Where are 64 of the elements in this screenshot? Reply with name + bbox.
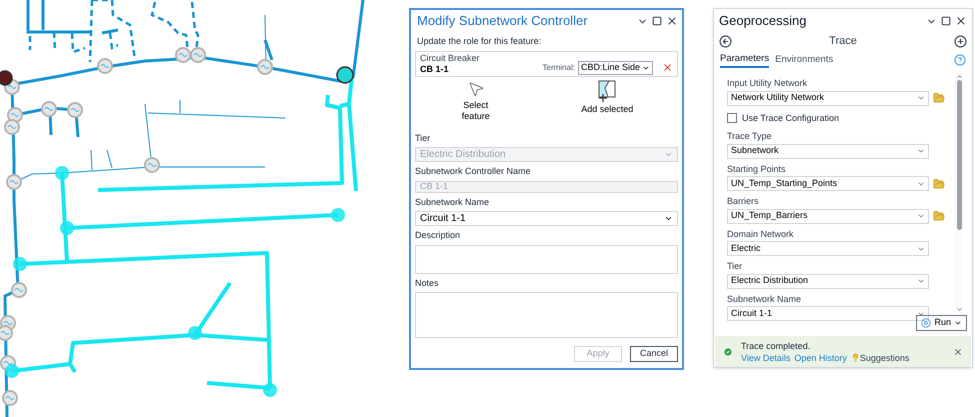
- parameter-dropdown[interactable]: Electric: [727, 241, 929, 256]
- field-label: Subnetwork Controller Name: [415, 165, 532, 178]
- back-icon[interactable]: [719, 35, 732, 48]
- parameter-label: Domain Network: [727, 228, 795, 240]
- parameter-dropdown[interactable]: UN_Temp_Starting_Points: [727, 176, 929, 191]
- parameter-dropdown[interactable]: UN_Temp_Barriers: [727, 208, 929, 224]
- tool-title: Trace: [829, 34, 857, 50]
- parameter-label: Input Utility Network: [727, 77, 808, 90]
- help-icon[interactable]: [954, 54, 966, 66]
- pane-title: Geoprocessing: [719, 12, 806, 30]
- field-label: Tier: [415, 132, 432, 144]
- maximize-icon[interactable]: [652, 16, 662, 26]
- add-polygon-icon: [597, 80, 618, 102]
- run-button[interactable]: Run: [916, 315, 967, 331]
- caret-icon: [954, 319, 962, 327]
- caret-icon: [917, 212, 925, 220]
- scroll-down-icon[interactable]: [956, 306, 962, 313]
- prompt-text: Update the role for this feature:: [416, 35, 542, 48]
- feature-name: CB 1-1: [420, 64, 450, 74]
- caret-icon: [917, 277, 925, 285]
- dialog-title: Modify Subnetwork Controller: [417, 12, 588, 30]
- feature-type: Circuit Breaker: [420, 52, 480, 64]
- parameter-dropdown[interactable]: Electric Distribution: [727, 274, 929, 288]
- close-icon[interactable]: [666, 15, 678, 27]
- caret-icon: [664, 150, 673, 159]
- scrollbar[interactable]: [955, 73, 963, 313]
- checkbox-label: Use Trace Configuration: [742, 112, 840, 125]
- parameter-dropdown[interactable]: Subnetwork: [727, 144, 929, 158]
- status-message: Trace completed.: [741, 340, 812, 352]
- terminal-label: Terminal:: [542, 62, 575, 74]
- dropdown[interactable]: Circuit 1-1: [415, 211, 678, 226]
- tool-button[interactable]: Add selected: [572, 80, 642, 128]
- parameter-label: Tier: [727, 260, 744, 273]
- remove-icon[interactable]: [662, 62, 673, 73]
- pointer-icon: [466, 80, 485, 98]
- tool-button[interactable]: Select feature: [450, 80, 501, 128]
- caret-icon: [664, 214, 673, 223]
- parameter-dropdown[interactable]: Network Utility Network: [727, 90, 929, 106]
- caret-icon: [917, 94, 925, 102]
- status-link[interactable]: Open History: [794, 352, 847, 364]
- dialog-button[interactable]: Cancel: [630, 346, 678, 362]
- suggestions-link[interactable]: Suggestions: [860, 352, 910, 364]
- scroll-up-icon[interactable]: [956, 73, 962, 80]
- parameter-dropdown[interactable]: Circuit 1-1: [727, 306, 929, 321]
- success-icon: [723, 346, 733, 356]
- tab[interactable]: Environments: [775, 52, 834, 68]
- field-label: Description: [415, 229, 462, 242]
- field-label: Notes: [415, 276, 440, 290]
- parameter-label: Barriers: [727, 195, 760, 208]
- field-label: Subnetwork Name: [415, 196, 490, 208]
- checkbox[interactable]: [727, 113, 737, 124]
- add-icon[interactable]: [954, 35, 967, 48]
- parameter-label: Trace Type: [727, 130, 773, 143]
- close-icon[interactable]: [955, 15, 967, 27]
- tab[interactable]: Parameters: [720, 52, 770, 68]
- status-link[interactable]: View Details: [741, 352, 790, 364]
- caret-icon: [917, 147, 925, 155]
- lightbulb-icon: [850, 353, 860, 362]
- parameter-label: Subnetwork Name: [727, 292, 802, 306]
- play-icon: [921, 318, 932, 328]
- maximize-icon[interactable]: [941, 16, 951, 26]
- terminal-dropdown[interactable]: CBD:Line Side: [578, 60, 653, 74]
- parameter-label: Starting Points: [727, 162, 787, 176]
- close-icon[interactable]: [953, 346, 963, 356]
